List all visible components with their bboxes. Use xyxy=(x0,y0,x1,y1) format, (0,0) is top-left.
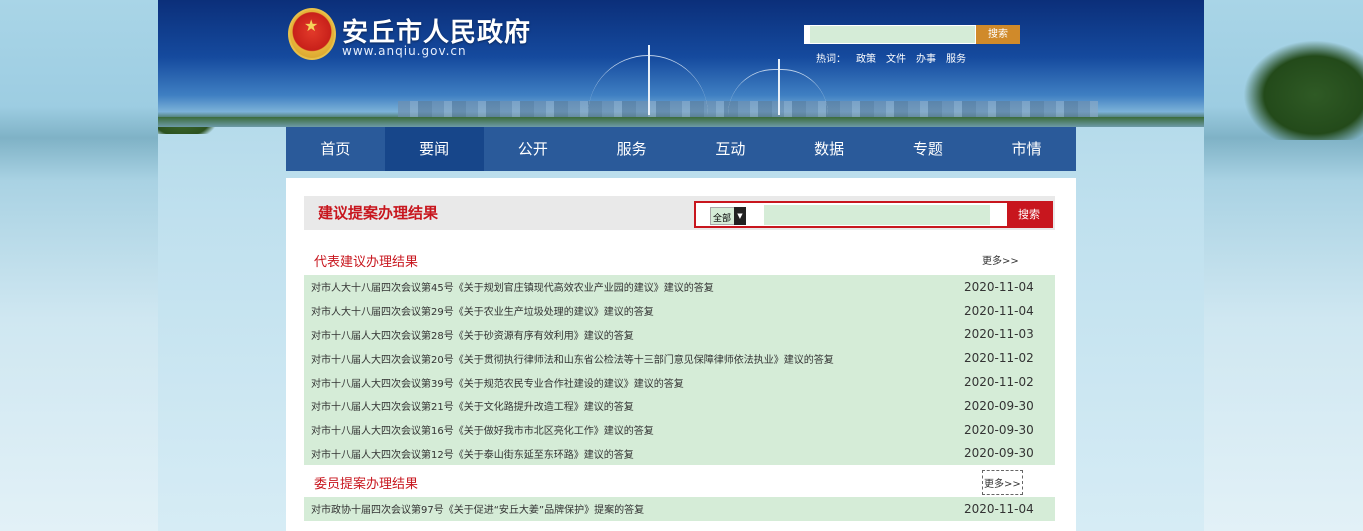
top-search-input[interactable] xyxy=(804,25,976,44)
nav-item-interaction[interactable]: 互动 xyxy=(681,127,780,171)
content-search-input[interactable] xyxy=(756,205,1008,225)
nav-item-services[interactable]: 服务 xyxy=(582,127,681,171)
list-item[interactable]: 对市十八届人大四次会议第39号《关于规范农民专业合作社建设的建议》建议的答复 20… xyxy=(304,370,1055,394)
nav-item-news[interactable]: 要闻 xyxy=(384,127,484,171)
member-proposal-list: 对市政协十届四次会议第97号《关于促进“安丘大姜”品牌保护》提案的答复 2020-… xyxy=(304,497,1055,521)
item-title[interactable]: 对市十八届人大四次会议第28号《关于砂资源有序有效利用》建议的答复 xyxy=(311,327,634,342)
national-emblem-icon xyxy=(288,8,336,60)
item-date: 2020-11-02 xyxy=(964,351,1034,366)
bridge-tower-decoration xyxy=(648,45,650,115)
item-title[interactable]: 对市政协十届四次会议第97号《关于促进“安丘大姜”品牌保护》提案的答复 xyxy=(311,501,644,516)
item-date: 2020-11-04 xyxy=(964,501,1034,516)
list-item[interactable]: 对市十八届人大四次会议第20号《关于贯彻执行律师法和山东省公检法等十三部门意见保… xyxy=(304,346,1055,370)
hot-word-link[interactable]: 服务 xyxy=(946,50,966,65)
top-search-button[interactable]: 搜索 xyxy=(976,25,1020,44)
content-search-button[interactable]: 搜索 xyxy=(1007,203,1051,226)
site-url: www.anqiu.gov.cn xyxy=(342,44,467,58)
list-item[interactable]: 对市十八届人大四次会议第16号《关于做好我市市北区亮化工作》建议的答复 2020-… xyxy=(304,418,1055,442)
main-content: 建议提案办理结果 全部 ▼ 搜索 代表建议办理结果 更多>> 对市人大十八届四次… xyxy=(286,178,1076,531)
more-link[interactable]: 更多>> xyxy=(982,470,1023,495)
bridge-tower-decoration xyxy=(778,59,780,115)
item-date: 2020-11-04 xyxy=(964,303,1034,318)
item-title[interactable]: 对市十八届人大四次会议第12号《关于泰山街东延至东环路》建议的答复 xyxy=(311,446,634,461)
nav-item-city-info[interactable]: 市情 xyxy=(977,127,1076,171)
section-title[interactable]: 委员提案办理结果 xyxy=(314,473,418,492)
site-banner: 安丘市人民政府 www.anqiu.gov.cn 搜索 热词： 政策 文件 办事… xyxy=(158,0,1204,127)
item-date: 2020-11-03 xyxy=(964,327,1034,342)
hot-word-link[interactable]: 办事 xyxy=(916,50,936,65)
nav-item-home[interactable]: 首页 xyxy=(286,127,385,171)
hot-words-label: 热词： xyxy=(816,54,846,65)
list-item[interactable]: 对市人大十八届四次会议第45号《关于规划官庄镇现代高效农业产业园的建议》建议的答… xyxy=(304,275,1055,299)
hot-word-link[interactable]: 政策 xyxy=(856,50,876,65)
item-title[interactable]: 对市十八届人大四次会议第21号《关于文化路提升改造工程》建议的答复 xyxy=(311,398,634,413)
list-item[interactable]: 对市人大十八届四次会议第29号《关于农业生产垃圾处理的建议》建议的答复 2020-… xyxy=(304,299,1055,323)
list-item[interactable]: 对市政协十届四次会议第97号《关于促进“安丘大姜”品牌保护》提案的答复 2020-… xyxy=(304,497,1055,521)
chevron-down-icon[interactable]: ▼ xyxy=(734,207,746,225)
tree-decoration-right xyxy=(1243,40,1363,140)
page-header-bar: 建议提案办理结果 全部 ▼ 搜索 xyxy=(304,196,1055,230)
hot-words: 热词： 政策 文件 办事 服务 xyxy=(816,50,966,65)
hot-word-link[interactable]: 文件 xyxy=(886,50,906,65)
item-title[interactable]: 对市十八届人大四次会议第16号《关于做好我市市北区亮化工作》建议的答复 xyxy=(311,422,654,437)
section-header-deputy-suggestions: 代表建议办理结果 更多>> xyxy=(304,248,1055,270)
item-date: 2020-09-30 xyxy=(964,422,1034,437)
item-date: 2020-11-02 xyxy=(964,375,1034,390)
list-item[interactable]: 对市十八届人大四次会议第12号《关于泰山街东延至东环路》建议的答复 2020-09… xyxy=(304,442,1055,466)
deputy-suggestion-list: 对市人大十八届四次会议第45号《关于规划官庄镇现代高效农业产业园的建议》建议的答… xyxy=(304,275,1055,466)
item-date: 2020-09-30 xyxy=(964,446,1034,461)
page-title: 建议提案办理结果 xyxy=(318,204,439,222)
item-date: 2020-09-30 xyxy=(964,398,1034,413)
left-backdrop xyxy=(0,0,158,531)
more-link[interactable]: 更多>> xyxy=(982,252,1019,267)
main-nav: 首页 要闻 公开 服务 互动 数据 专题 市情 xyxy=(286,127,1076,171)
river-decoration xyxy=(158,117,1204,127)
item-title[interactable]: 对市十八届人大四次会议第39号《关于规范农民专业合作社建设的建议》建议的答复 xyxy=(311,375,684,390)
section-header-member-proposals: 委员提案办理结果 更多>> xyxy=(304,470,1055,495)
content-search-bar: 全部 ▼ 搜索 xyxy=(694,201,1053,228)
nav-item-data[interactable]: 数据 xyxy=(780,127,879,171)
section-title[interactable]: 代表建议办理结果 xyxy=(314,251,418,270)
nav-item-topics[interactable]: 专题 xyxy=(879,127,978,171)
list-item[interactable]: 对市十八届人大四次会议第21号《关于文化路提升改造工程》建议的答复 2020-09… xyxy=(304,394,1055,418)
item-date: 2020-11-04 xyxy=(964,279,1034,294)
item-title[interactable]: 对市人大十八届四次会议第45号《关于规划官庄镇现代高效农业产业园的建议》建议的答… xyxy=(311,279,714,294)
list-item[interactable]: 对市十八届人大四次会议第28号《关于砂资源有序有效利用》建议的答复 2020-11… xyxy=(304,323,1055,347)
item-title[interactable]: 对市人大十八届四次会议第29号《关于农业生产垃圾处理的建议》建议的答复 xyxy=(311,303,654,318)
item-title[interactable]: 对市十八届人大四次会议第20号《关于贯彻执行律师法和山东省公检法等十三部门意见保… xyxy=(311,351,834,366)
top-search-bar: 搜索 xyxy=(804,25,1020,44)
nav-item-public[interactable]: 公开 xyxy=(484,127,583,171)
